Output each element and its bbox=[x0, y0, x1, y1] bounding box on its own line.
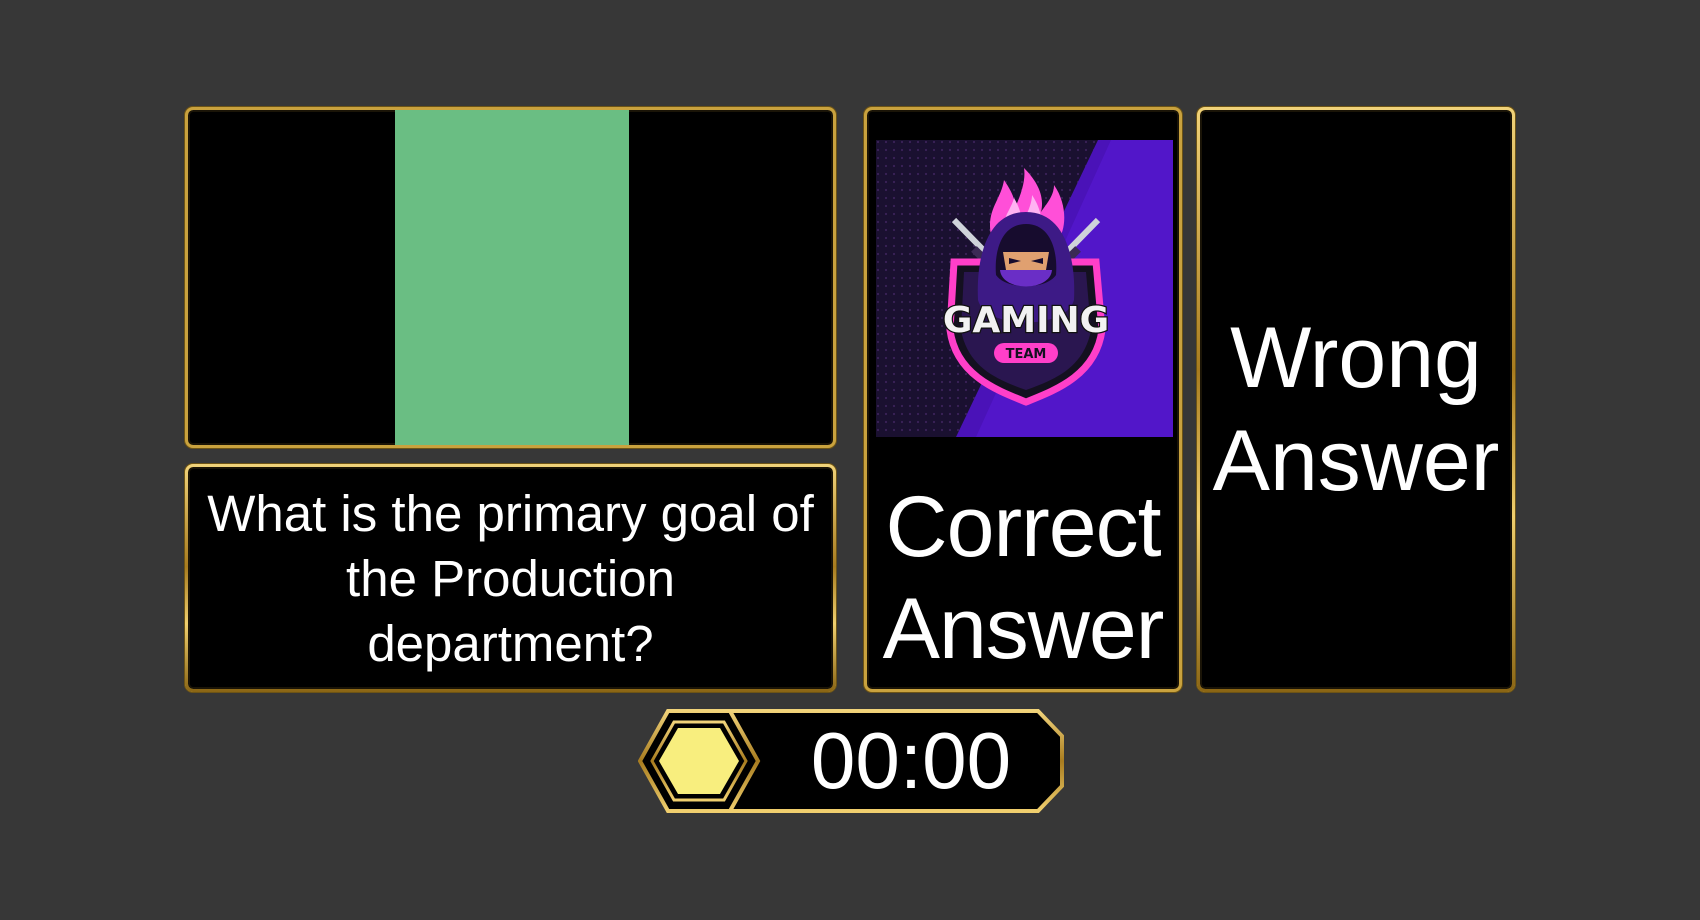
countdown-timer: 00:00 bbox=[638, 708, 1064, 814]
logo-subtext: TEAM bbox=[1006, 347, 1047, 362]
media-panel bbox=[185, 107, 836, 448]
media-color-swatch bbox=[395, 110, 629, 445]
logo-text: GAMING bbox=[943, 300, 1109, 341]
answer-option-1[interactable]: GAMING TEAM Correct Answer bbox=[864, 107, 1182, 692]
quiz-stage: What is the primary goal of the Producti… bbox=[0, 0, 1700, 920]
gaming-team-logo: GAMING TEAM bbox=[876, 140, 1173, 437]
answer-option-2[interactable]: Wrong Answer bbox=[1197, 107, 1515, 692]
answer-option-1-label: Correct Answer bbox=[882, 479, 1165, 677]
answer-option-2-label: Wrong Answer bbox=[1212, 310, 1500, 509]
question-text: What is the primary goal of the Producti… bbox=[207, 484, 814, 672]
timer-value: 00:00 bbox=[810, 716, 1012, 805]
question-panel: What is the primary goal of the Producti… bbox=[185, 464, 836, 692]
